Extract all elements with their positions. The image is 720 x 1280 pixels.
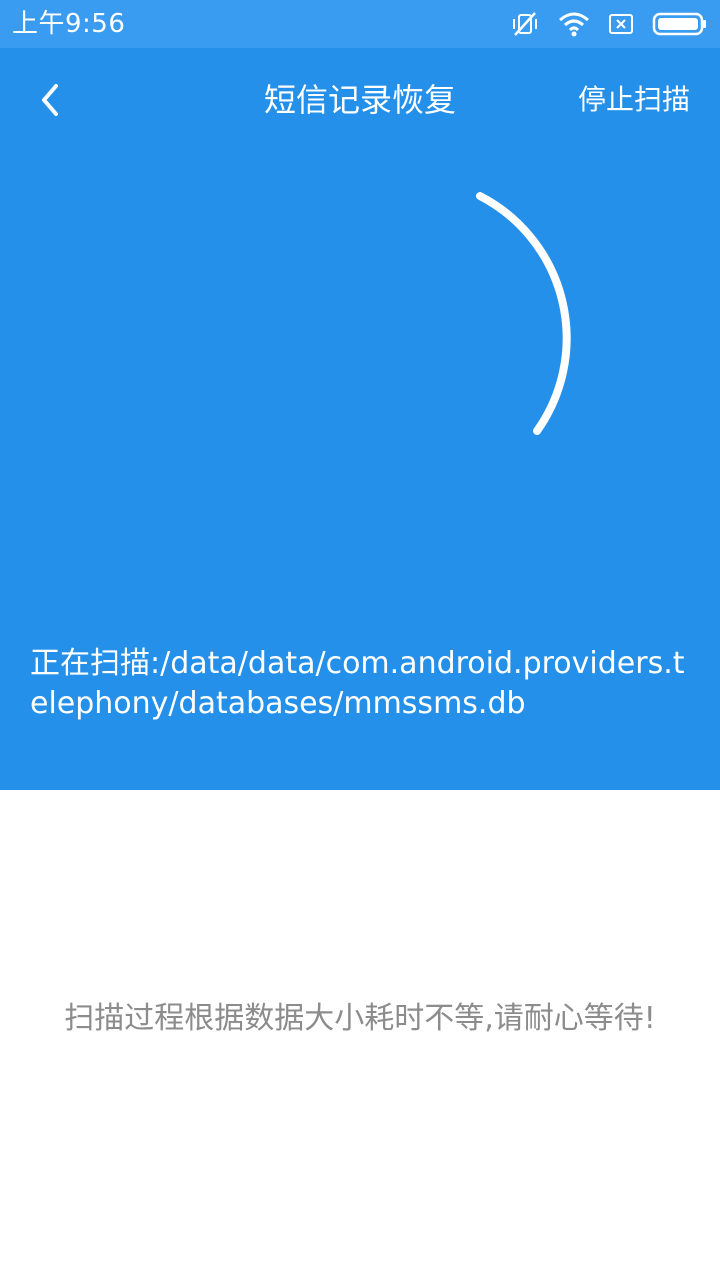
hint-text: 扫描过程根据数据大小耗时不等,请耐心等待! (64, 1001, 656, 1036)
status-time: 上午9:56 (12, 9, 126, 39)
battery-icon (652, 11, 708, 37)
status-bar: 上午9:56 (0, 0, 720, 48)
stop-scan-button[interactable]: 停止扫描 (578, 76, 690, 124)
status-icons (510, 8, 708, 40)
app-bar: 短信记录恢复 停止扫描 (0, 48, 720, 152)
scan-panel: 短信记录恢复 停止扫描 正在扫描:/data/data/com.android.… (0, 48, 720, 790)
back-button[interactable] (24, 74, 76, 126)
sim-card-icon (608, 12, 634, 36)
wifi-icon (558, 10, 590, 38)
scan-screen: 上午9:56 短信记录恢复 停止扫描 正在扫描:/data/data/com.a… (0, 0, 720, 1280)
chevron-left-icon (42, 84, 58, 116)
vibrate-off-icon (510, 9, 540, 39)
scan-progress-spinner (476, 192, 571, 435)
scan-path-text: 正在扫描:/data/data/com.android.providers.te… (30, 646, 685, 721)
